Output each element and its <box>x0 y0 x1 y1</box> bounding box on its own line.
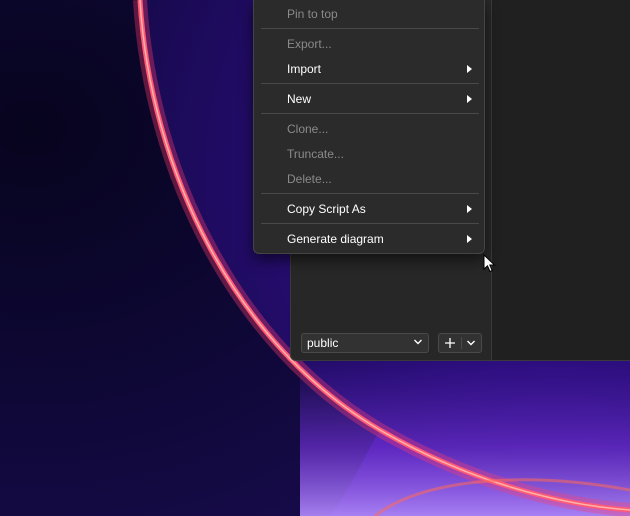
menu-item-truncate[interactable]: Truncate... <box>254 142 484 166</box>
content-area <box>492 0 630 360</box>
plus-icon[interactable] <box>444 337 456 349</box>
menu-separator <box>261 83 479 84</box>
menu-item-label: Generate diagram <box>287 232 384 246</box>
schema-select[interactable]: public <box>301 333 429 353</box>
menu-item-label: Import <box>287 62 322 76</box>
add-split-button[interactable] <box>438 333 482 353</box>
mouse-pointer-icon <box>483 254 496 273</box>
menu-item-label: New <box>287 92 312 106</box>
menu-separator <box>261 193 479 194</box>
menu-item-copy-script-as[interactable]: Copy Script As <box>254 197 484 221</box>
context-menu: Pin to top Export... Import New Clone...… <box>253 0 485 254</box>
menu-item-label: Pin to top <box>287 7 338 21</box>
menu-separator <box>261 223 479 224</box>
menu-item-label: Copy Script As <box>287 202 366 216</box>
chevron-down-icon[interactable] <box>466 338 476 348</box>
menu-item-pin-to-top[interactable]: Pin to top <box>254 2 484 26</box>
menu-separator <box>261 113 479 114</box>
chevron-down-icon <box>414 339 422 345</box>
menu-item-label: Clone... <box>287 122 329 136</box>
menu-item-export[interactable]: Export... <box>254 32 484 56</box>
menu-item-new[interactable]: New <box>254 87 484 111</box>
menu-item-generate-diagram[interactable]: Generate diagram <box>254 227 484 251</box>
chevron-right-icon <box>467 95 472 103</box>
schema-select-value: public <box>307 336 339 350</box>
split-button-separator <box>461 337 462 349</box>
menu-item-label: Export... <box>287 37 332 51</box>
menu-item-label: Delete... <box>287 172 332 186</box>
panel-divider <box>491 0 492 360</box>
menu-item-label: Truncate... <box>287 147 344 161</box>
chevron-right-icon <box>467 65 472 73</box>
menu-item-import[interactable]: Import <box>254 57 484 81</box>
chevron-right-icon <box>467 235 472 243</box>
menu-item-delete[interactable]: Delete... <box>254 167 484 191</box>
menu-separator <box>261 28 479 29</box>
menu-item-clone[interactable]: Clone... <box>254 117 484 141</box>
chevron-right-icon <box>467 205 472 213</box>
